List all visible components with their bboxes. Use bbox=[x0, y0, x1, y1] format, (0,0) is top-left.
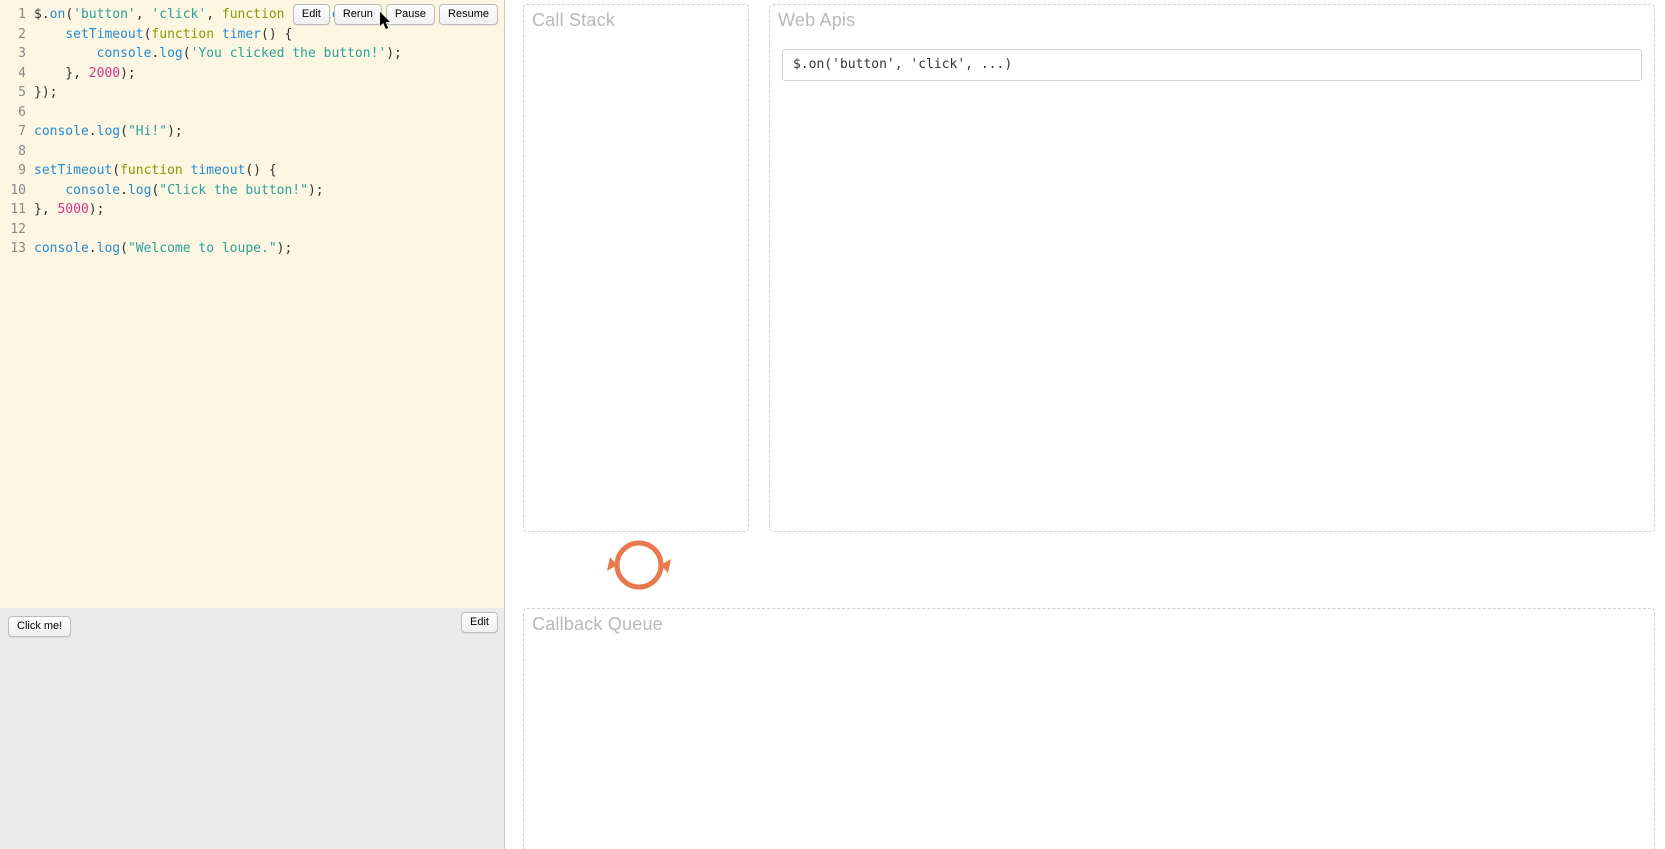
editor-toolbar: Edit Rerun Pause Resume bbox=[293, 4, 498, 25]
web-apis-panel: Web Apis $.on('button', 'click', ...) bbox=[769, 4, 1655, 532]
html-render-pane: Click me! Edit bbox=[0, 608, 504, 849]
line-number: 1 bbox=[0, 5, 26, 25]
web-apis-body: $.on('button', 'click', ...) bbox=[770, 5, 1654, 93]
rerun-button[interactable]: Rerun bbox=[334, 4, 382, 25]
click-me-button[interactable]: Click me! bbox=[8, 616, 71, 637]
code-line[interactable]: }, 5000); bbox=[34, 200, 504, 220]
line-number: 12 bbox=[0, 220, 26, 240]
line-number: 9 bbox=[0, 161, 26, 181]
call-stack-panel: Call Stack bbox=[523, 4, 749, 532]
code-line[interactable]: console.log("Hi!"); bbox=[34, 122, 504, 142]
line-number: 3 bbox=[0, 44, 26, 64]
line-number: 5 bbox=[0, 83, 26, 103]
code-body[interactable]: $.on('button', 'click', function onClick… bbox=[32, 0, 504, 608]
callback-queue-title: Callback Queue bbox=[532, 615, 663, 633]
code-line[interactable]: console.log("Welcome to loupe."); bbox=[34, 239, 504, 259]
event-loop-icon bbox=[605, 536, 673, 594]
code-line[interactable] bbox=[34, 220, 504, 240]
call-stack-title: Call Stack bbox=[532, 11, 615, 29]
line-number: 8 bbox=[0, 142, 26, 162]
code-line[interactable]: setTimeout(function timeout() { bbox=[34, 161, 504, 181]
code-editor[interactable]: 12345678910111213 $.on('button', 'click'… bbox=[0, 0, 504, 608]
code-line[interactable]: console.log("Click the button!"); bbox=[34, 181, 504, 201]
line-number: 10 bbox=[0, 181, 26, 201]
line-number: 2 bbox=[0, 25, 26, 45]
web-apis-title: Web Apis bbox=[778, 11, 855, 29]
code-line[interactable]: }, 2000); bbox=[34, 64, 504, 84]
code-line[interactable] bbox=[34, 142, 504, 162]
left-column: 12345678910111213 $.on('button', 'click'… bbox=[0, 0, 505, 849]
line-number: 7 bbox=[0, 122, 26, 142]
line-number: 13 bbox=[0, 239, 26, 259]
right-column: Call Stack Web Apis $.on('button', 'clic… bbox=[505, 0, 1665, 849]
line-number-gutter: 12345678910111213 bbox=[0, 0, 32, 608]
line-number: 6 bbox=[0, 103, 26, 123]
code-line[interactable]: }); bbox=[34, 83, 504, 103]
callback-queue-panel: Callback Queue bbox=[523, 608, 1655, 849]
code-line[interactable]: setTimeout(function timer() { bbox=[34, 25, 504, 45]
line-number: 4 bbox=[0, 64, 26, 84]
edit-button[interactable]: Edit bbox=[293, 4, 330, 25]
resume-button[interactable]: Resume bbox=[439, 4, 498, 25]
render-edit-button[interactable]: Edit bbox=[461, 612, 498, 633]
code-line[interactable] bbox=[34, 103, 504, 123]
web-api-item: $.on('button', 'click', ...) bbox=[782, 49, 1642, 81]
code-line[interactable]: console.log('You clicked the button!'); bbox=[34, 44, 504, 64]
pause-button[interactable]: Pause bbox=[386, 4, 435, 25]
line-number: 11 bbox=[0, 200, 26, 220]
